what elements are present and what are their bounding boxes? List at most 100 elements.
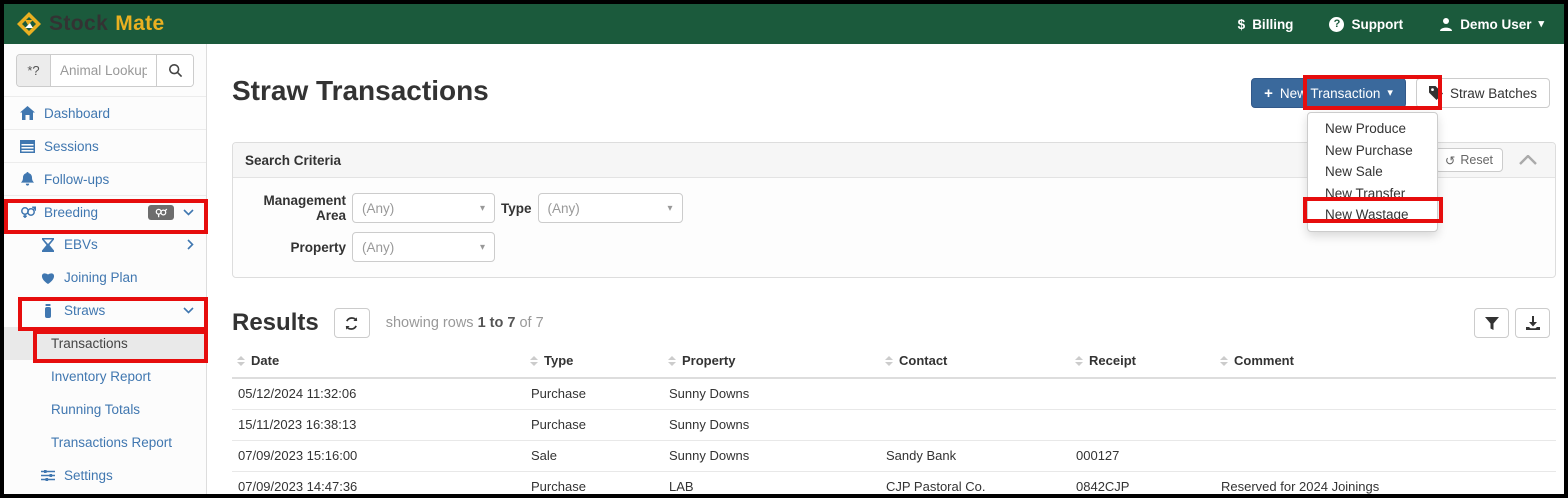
results-table: Date Type Property Contact Receipt Comme… xyxy=(232,347,1556,498)
cell-contact: Sandy Bank xyxy=(880,440,1070,471)
support-link[interactable]: ? Support xyxy=(1329,17,1403,32)
sidebar-item-label: Running Totals xyxy=(51,402,140,417)
home-icon xyxy=(19,106,36,120)
bell-icon xyxy=(19,172,36,186)
page-title: Straw Transactions xyxy=(232,76,489,107)
chevron-up-icon[interactable] xyxy=(1519,155,1537,165)
sidebar-item-running-totals[interactable]: Running Totals xyxy=(4,393,206,426)
cell-property: Sunny Downs xyxy=(663,378,880,409)
sidebar-nav: Dashboard Sessions Follow-ups xyxy=(4,96,206,492)
column-header-contact[interactable]: Contact xyxy=(880,347,1070,378)
sidebar-item-transactions-report[interactable]: Transactions Report xyxy=(4,426,206,459)
sidebar-item-label: Joining Plan xyxy=(64,270,138,285)
download-icon xyxy=(1526,316,1540,330)
cell-date: 07/09/2023 14:47:36 xyxy=(232,471,525,498)
filter-button[interactable] xyxy=(1474,308,1509,338)
sidebar-item-label: Follow-ups xyxy=(44,172,109,187)
sort-icon xyxy=(885,356,893,366)
sidebar-item-joining-plan[interactable]: Joining Plan xyxy=(4,261,206,294)
sidebar-item-dashboard[interactable]: Dashboard xyxy=(4,96,206,129)
straw-batches-label: Straw Batches xyxy=(1450,86,1537,101)
reset-button[interactable]: ↺ Reset xyxy=(1435,148,1503,172)
menu-item-new-produce[interactable]: New Produce xyxy=(1308,118,1437,140)
new-transaction-button[interactable]: + New Transaction ▾ xyxy=(1251,78,1406,108)
sidebar-item-breeding[interactable]: Breeding xyxy=(4,195,206,228)
cell-comment: Reserved for 2024 Joinings xyxy=(1215,471,1556,498)
showing-rows-text: showing rows 1 to 7 of 7 xyxy=(386,315,544,331)
menu-item-new-purchase[interactable]: New Purchase xyxy=(1308,140,1437,162)
column-header-comment[interactable]: Comment xyxy=(1215,347,1556,378)
cell-type: Sale xyxy=(525,440,663,471)
column-header-receipt[interactable]: Receipt xyxy=(1070,347,1215,378)
table-row[interactable]: 05/12/2024 11:32:06 Purchase Sunny Downs xyxy=(232,378,1556,409)
refresh-button[interactable] xyxy=(334,308,370,338)
cell-contact xyxy=(880,409,1070,440)
top-bar: Stock Mate $ Billing ? Support Demo User … xyxy=(4,4,1564,44)
animal-lookup-input[interactable] xyxy=(51,55,156,86)
cell-receipt xyxy=(1070,378,1215,409)
new-transaction-label: New Transaction xyxy=(1280,86,1381,101)
question-icon: ? xyxy=(1329,17,1344,32)
menu-item-new-transfer[interactable]: New Transfer xyxy=(1308,183,1437,205)
refresh-icon xyxy=(344,316,359,331)
chevron-down-icon: ▾ xyxy=(1538,19,1544,30)
table-row[interactable]: 07/09/2023 14:47:36 Purchase LAB CJP Pas… xyxy=(232,471,1556,498)
menu-item-new-sale[interactable]: New Sale xyxy=(1308,161,1437,183)
animal-lookup-search-button[interactable] xyxy=(156,55,193,86)
sidebar-item-label: Straws xyxy=(64,303,105,318)
download-button[interactable] xyxy=(1515,308,1550,338)
user-menu[interactable]: Demo User ▾ xyxy=(1439,17,1544,32)
user-icon xyxy=(1439,17,1453,31)
table-row[interactable]: 07/09/2023 15:16:00 Sale Sunny Downs San… xyxy=(232,440,1556,471)
user-label: Demo User xyxy=(1460,17,1531,32)
cell-date: 15/11/2023 16:38:13 xyxy=(232,409,525,440)
sidebar-item-inventory-report[interactable]: Inventory Report xyxy=(4,360,206,393)
sidebar-item-label: Inventory Report xyxy=(51,369,151,384)
cell-receipt xyxy=(1070,409,1215,440)
column-header-date[interactable]: Date xyxy=(232,347,525,378)
cell-property: Sunny Downs xyxy=(663,440,880,471)
sliders-icon xyxy=(39,469,56,482)
billing-link[interactable]: $ Billing xyxy=(1238,17,1294,32)
brand-logo[interactable]: Stock Mate xyxy=(16,11,165,37)
chevron-right-icon xyxy=(187,239,194,250)
reset-label: Reset xyxy=(1460,153,1493,167)
sidebar-item-settings[interactable]: Settings xyxy=(4,459,206,492)
wildcard-addon: *? xyxy=(17,55,51,86)
chevron-down-icon: ▾ xyxy=(480,203,485,214)
showing-prefix: showing rows xyxy=(386,315,474,331)
management-area-select[interactable]: (Any) ▾ xyxy=(352,193,495,223)
sidebar-item-follow-ups[interactable]: Follow-ups xyxy=(4,162,206,195)
type-select[interactable]: (Any) ▾ xyxy=(538,193,683,223)
vial-icon xyxy=(39,304,56,318)
sidebar-item-label: Transactions xyxy=(51,336,128,351)
brand-mate: Mate xyxy=(115,12,164,36)
app-window: Stock Mate $ Billing ? Support Demo User … xyxy=(0,0,1568,498)
showing-range: 1 to 7 xyxy=(478,315,516,331)
search-criteria-title: Search Criteria xyxy=(245,153,341,168)
sort-icon xyxy=(530,356,538,366)
tag-icon xyxy=(1429,86,1443,100)
straw-batches-button[interactable]: Straw Batches xyxy=(1416,78,1550,108)
property-value: (Any) xyxy=(362,240,394,255)
menu-item-new-wastage[interactable]: New Wastage xyxy=(1308,204,1437,226)
column-header-property[interactable]: Property xyxy=(663,347,880,378)
sidebar-item-sessions[interactable]: Sessions xyxy=(4,129,206,162)
column-header-type[interactable]: Type xyxy=(525,347,663,378)
results-header: Results showing rows 1 to 7 of 7 xyxy=(232,308,1556,338)
sidebar-item-straws[interactable]: Straws xyxy=(4,294,206,327)
property-label: Property xyxy=(249,240,346,255)
animal-lookup-group: *? xyxy=(16,54,194,87)
sort-icon xyxy=(1075,356,1083,366)
brand-stock: Stock xyxy=(49,12,108,36)
cell-comment xyxy=(1215,440,1556,471)
sidebar-item-ebvs[interactable]: EBVs xyxy=(4,228,206,261)
sidebar-item-transactions[interactable]: Transactions xyxy=(4,327,206,360)
cell-property: LAB xyxy=(663,471,880,498)
sidebar-item-label: Transactions Report xyxy=(51,435,172,450)
cell-contact: CJP Pastoral Co. xyxy=(880,471,1070,498)
property-select[interactable]: (Any) ▾ xyxy=(352,232,495,262)
table-row[interactable]: 15/11/2023 16:38:13 Purchase Sunny Downs xyxy=(232,409,1556,440)
type-value: (Any) xyxy=(548,201,580,216)
search-icon xyxy=(168,63,183,78)
